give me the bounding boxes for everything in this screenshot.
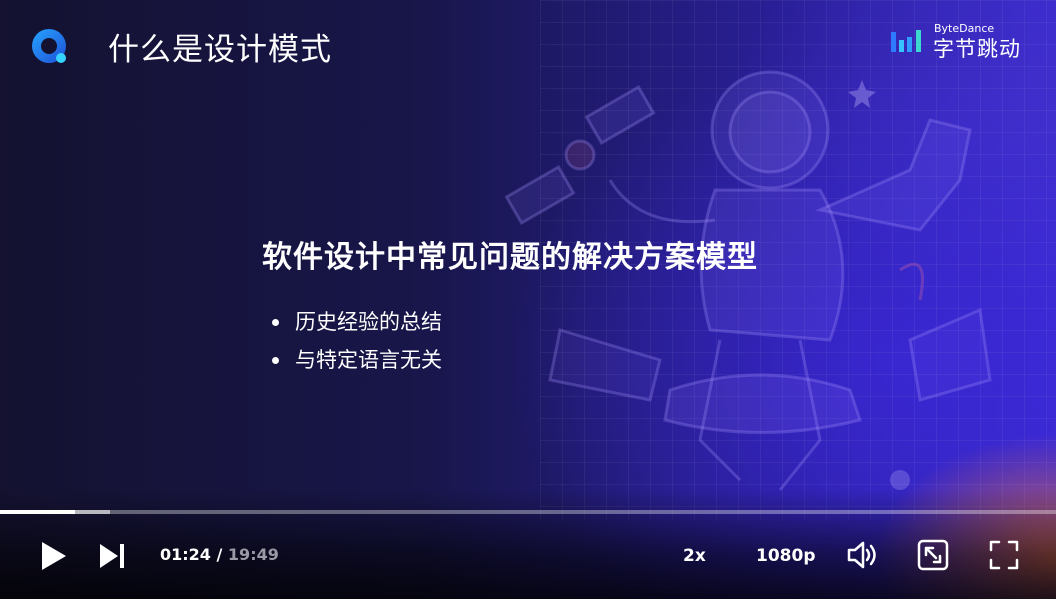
duration: 19:49	[227, 545, 279, 564]
time-display: 01:24 / 19:49	[160, 545, 279, 564]
playback-speed-button[interactable]: 2x	[683, 546, 706, 566]
quality-button[interactable]: 1080p	[756, 546, 815, 566]
video-player[interactable]: 什么是设计模式 ByteDance 字节跳动 软件设计中常见问题的解决方案模型 …	[0, 0, 1056, 599]
astronaut-illustration	[504, 70, 992, 491]
picture-in-picture-button[interactable]	[917, 539, 949, 571]
bullet-dot-icon	[272, 357, 279, 364]
bullet-list: 历史经验的总结 与特定语言无关	[272, 306, 442, 382]
app-logo-icon	[32, 29, 66, 63]
bullet-text: 历史经验的总结	[295, 310, 442, 334]
brand-name-chinese: 字节跳动	[933, 37, 1021, 61]
progress-bar[interactable]	[0, 510, 1056, 514]
skip-next-button[interactable]	[98, 542, 128, 570]
controls-overlay	[0, 489, 1056, 599]
volume-button[interactable]	[846, 540, 880, 570]
fullscreen-button[interactable]	[988, 539, 1020, 571]
bullet-item: 与特定语言无关	[272, 344, 442, 382]
current-time: 01:24	[160, 545, 211, 564]
bullet-item: 历史经验的总结	[272, 306, 442, 344]
time-separator: /	[210, 545, 228, 564]
slide-heading: 软件设计中常见问题的解决方案模型	[262, 240, 758, 275]
bullet-text: 与特定语言无关	[295, 348, 442, 372]
bytedance-logo-icon	[891, 30, 921, 52]
play-button[interactable]	[38, 540, 68, 572]
progress-played	[0, 510, 75, 514]
slide-title: 什么是设计模式	[108, 32, 332, 68]
bullet-dot-icon	[272, 319, 279, 326]
